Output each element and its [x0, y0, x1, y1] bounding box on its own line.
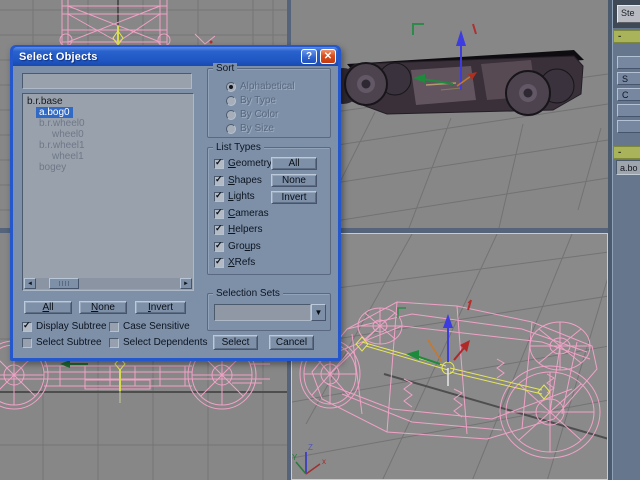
radio-by-color[interactable]: By Color: [226, 109, 278, 120]
dialog-titlebar[interactable]: Select Objects ? ✕: [13, 47, 338, 66]
checkbox-select-dependents[interactable]: Select Dependents: [109, 337, 208, 348]
checkbox-shapes[interactable]: ✓ Shapes: [214, 175, 262, 186]
object-listbox[interactable]: b.r.base a.bog0 b.r.wheel0 wheel0 b.r.wh…: [22, 93, 194, 291]
object-category-dropdown[interactable]: Ste: [617, 5, 640, 23]
list-types-group-label: List Types: [213, 142, 264, 153]
dialog-title: Select Objects: [13, 51, 301, 63]
panel-highlight: [612, 0, 613, 480]
types-invert-button[interactable]: Invert: [271, 191, 317, 204]
selection-sets-group: Selection Sets ▼: [207, 293, 331, 331]
list-item[interactable]: wheel1: [23, 151, 193, 162]
all-button[interactable]: All: [24, 301, 72, 314]
scroll-right-button[interactable]: ►: [180, 278, 192, 289]
checkbox-helpers[interactable]: ✓ Helpers: [214, 224, 262, 235]
scrollbar-track[interactable]: [36, 278, 180, 289]
list-item[interactable]: b.r.base: [23, 96, 193, 107]
list-types-group: List Types ✓ Geometry ✓ Shapes ✓ Lights …: [207, 147, 331, 275]
sort-group-label: Sort: [213, 63, 237, 74]
help-icon: ?: [306, 52, 312, 62]
svg-text:Y: Y: [292, 453, 298, 462]
svg-text:x: x: [322, 457, 326, 466]
list-item[interactable]: b.r.wheel1: [23, 140, 193, 151]
invert-button[interactable]: Invert: [135, 301, 186, 314]
object-name-field[interactable]: a.bo: [616, 160, 640, 175]
svg-text:Z: Z: [308, 443, 313, 452]
panel-button-3[interactable]: C: [617, 88, 640, 101]
sort-group: Sort Alphabetical By Type By Color By Si…: [207, 68, 331, 138]
combo-dropdown-button[interactable]: ▼: [311, 304, 326, 321]
radio-by-type[interactable]: By Type: [226, 95, 276, 106]
command-panel: Ste - S C - a.bo: [608, 0, 640, 480]
close-button[interactable]: ✕: [320, 49, 336, 64]
max-application-window: Z x Y Ste - S C - a.bo Select Objects ?: [0, 0, 640, 480]
check-icon: ✓: [215, 157, 223, 168]
scrollbar-grip: [59, 281, 69, 286]
checkbox-display-subtree[interactable]: ✓ Display Subtree: [22, 321, 107, 332]
name-filter-input[interactable]: [22, 73, 192, 89]
panel-button-2[interactable]: S: [617, 72, 640, 85]
rollout-header-object-type[interactable]: -: [613, 30, 640, 43]
checkbox-lights[interactable]: ✓ Lights: [214, 191, 255, 202]
viewport-axis-tripod: Z x Y: [292, 443, 326, 474]
horizontal-scrollbar[interactable]: ◄ ►: [24, 278, 192, 289]
close-icon: ✕: [324, 52, 332, 62]
bone-chain: [356, 337, 550, 399]
panel-button-1[interactable]: [617, 56, 640, 69]
selection-sets-label: Selection Sets: [213, 288, 283, 299]
checkbox-geometry[interactable]: ✓ Geometry: [214, 158, 272, 169]
list-item[interactable]: b.r.wheel0: [23, 118, 193, 129]
panel-button-4[interactable]: [617, 104, 640, 117]
chevron-down-icon: ▼: [315, 308, 323, 317]
types-all-button[interactable]: All: [271, 157, 317, 170]
combo-value: [214, 304, 311, 321]
rollout-header-name-color[interactable]: -: [613, 146, 640, 159]
cancel-button[interactable]: Cancel: [269, 335, 314, 350]
radio-alphabetical[interactable]: Alphabetical: [226, 81, 294, 92]
list-item[interactable]: bogey: [23, 162, 193, 173]
list-item[interactable]: wheel0: [23, 129, 193, 140]
checkbox-groups[interactable]: ✓ Groups: [214, 241, 261, 252]
scroll-right-icon: ►: [183, 281, 189, 287]
checkbox-case-sensitive[interactable]: Case Sensitive: [109, 321, 190, 332]
checkbox-xrefs[interactable]: ✓ XRefs: [214, 257, 255, 268]
help-button[interactable]: ?: [301, 49, 317, 64]
checkbox-cameras[interactable]: ✓ Cameras: [214, 208, 269, 219]
scrollbar-thumb[interactable]: [49, 278, 79, 289]
scroll-left-button[interactable]: ◄: [24, 278, 36, 289]
list-item-selected[interactable]: a.bog0: [23, 107, 193, 118]
types-none-button[interactable]: None: [271, 174, 317, 187]
wireframe-front-view: [60, 0, 215, 50]
selection-sets-combo[interactable]: ▼: [214, 304, 326, 321]
shaded-bogie-model: [325, 50, 584, 115]
none-button[interactable]: None: [79, 301, 127, 314]
dialog-body: b.r.base a.bog0 b.r.wheel0 wheel0 b.r.wh…: [13, 66, 338, 358]
select-objects-dialog: Select Objects ? ✕ b.r.base a.bog0 b.r.w…: [10, 45, 341, 361]
checkbox-select-subtree[interactable]: Select Subtree: [22, 337, 102, 348]
panel-button-5[interactable]: [617, 120, 640, 133]
radio-by-size[interactable]: By Size: [226, 123, 274, 134]
select-button[interactable]: Select: [213, 335, 258, 350]
scroll-left-icon: ◄: [27, 281, 33, 287]
